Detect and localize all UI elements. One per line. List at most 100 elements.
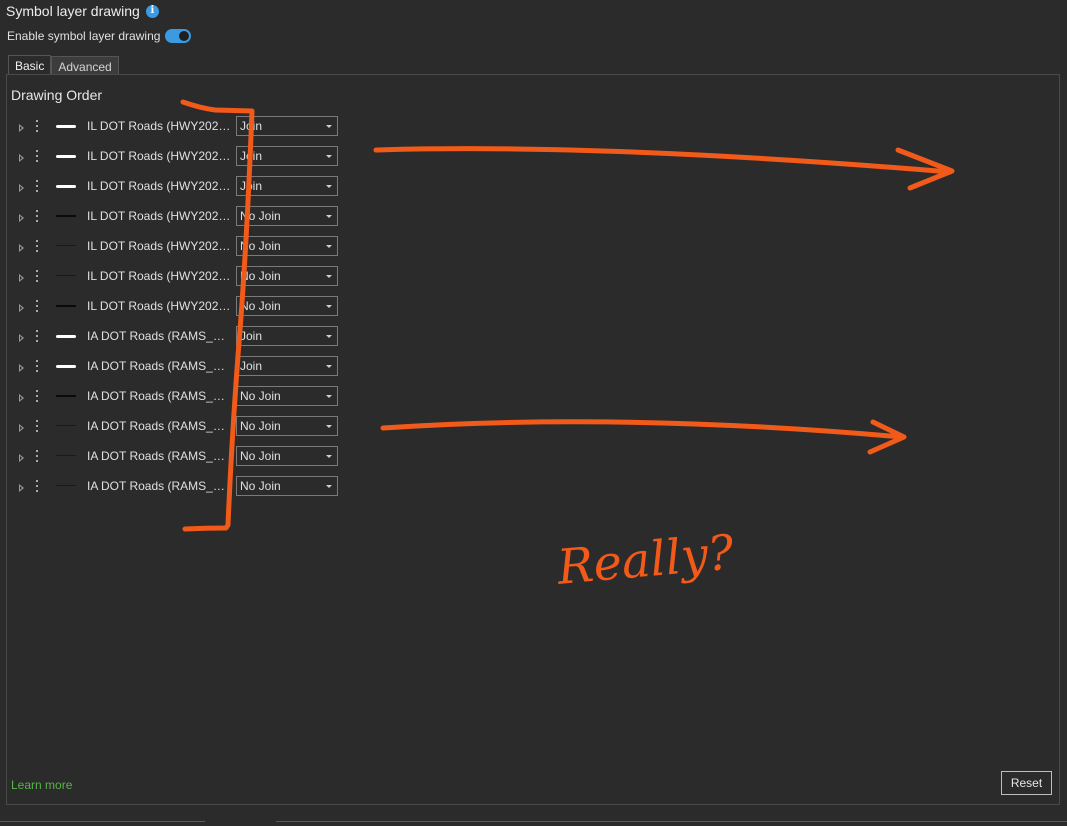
join-dropdown[interactable]: No Join — [236, 476, 338, 496]
expand-arrow-icon[interactable] — [19, 334, 24, 342]
tab-basic[interactable]: Basic — [8, 55, 52, 75]
expand-arrow-icon[interactable] — [19, 244, 24, 252]
layer-row[interactable]: IL DOT Roads (HWY2021_... Join — [7, 175, 347, 205]
join-dropdown[interactable]: No Join — [236, 416, 338, 436]
layer-row[interactable]: IA DOT Roads (RAMS_SER... No Join — [7, 415, 347, 445]
layer-label: IL DOT Roads (HWY2021_... — [87, 299, 231, 313]
drag-handle-icon[interactable] — [36, 180, 39, 194]
layer-label: IA DOT Roads (RAMS_SER... — [87, 479, 231, 493]
layer-label: IA DOT Roads (RAMS_SER... — [87, 389, 231, 403]
join-dropdown[interactable]: Join — [236, 326, 338, 346]
expand-arrow-icon[interactable] — [19, 394, 24, 402]
tab-strip: Basic Advanced — [8, 55, 119, 75]
expand-arrow-icon[interactable] — [19, 184, 24, 192]
join-dropdown-value: No Join — [240, 269, 281, 283]
drag-handle-icon[interactable] — [36, 240, 39, 254]
layer-label: IA DOT Roads (RAMS_SER... — [87, 329, 231, 343]
layer-label: IA DOT Roads (RAMS_SER... — [87, 419, 231, 433]
layer-row[interactable]: IL DOT Roads (HWY2021_... No Join — [7, 205, 347, 235]
tab-advanced[interactable]: Advanced — [51, 56, 119, 75]
join-dropdown[interactable]: No Join — [236, 266, 338, 286]
pane-header: Symbol layer drawing i — [6, 2, 159, 20]
join-dropdown-value: No Join — [240, 479, 281, 493]
layer-row[interactable]: IL DOT Roads (HWY2021_... No Join — [7, 265, 347, 295]
layer-label: IL DOT Roads (HWY2021_... — [87, 209, 231, 223]
layer-label: IL DOT Roads (HWY2021_... — [87, 149, 231, 163]
layer-row[interactable]: IL DOT Roads (HWY2021_... Join — [7, 145, 347, 175]
toggle-knob — [179, 31, 190, 41]
layer-row[interactable]: IL DOT Roads (HWY2021_... No Join — [7, 235, 347, 265]
symbol-swatch — [56, 245, 76, 246]
layer-label: IL DOT Roads (HWY2021_... — [87, 239, 231, 253]
chevron-down-icon — [326, 485, 332, 488]
basic-tab-panel: Drawing Order IL DOT Roads (HWY2021_... J… — [6, 74, 1060, 805]
layer-label: IA DOT Roads (RAMS_SER... — [87, 449, 231, 463]
expand-arrow-icon[interactable] — [19, 304, 24, 312]
enable-symbol-layer-drawing-toggle[interactable] — [165, 29, 192, 43]
join-dropdown-value: No Join — [240, 419, 281, 433]
chevron-down-icon — [326, 245, 332, 248]
drag-handle-icon[interactable] — [36, 390, 39, 404]
symbol-swatch — [56, 125, 76, 128]
join-dropdown[interactable]: Join — [236, 146, 338, 166]
expand-arrow-icon[interactable] — [19, 214, 24, 222]
drag-handle-icon[interactable] — [36, 480, 39, 494]
layer-row[interactable]: IA DOT Roads (RAMS_SER... Join — [7, 355, 347, 385]
toggle-label: Enable symbol layer drawing — [7, 29, 161, 43]
drag-handle-icon[interactable] — [36, 120, 39, 134]
join-dropdown[interactable]: No Join — [236, 206, 338, 226]
symbol-swatch — [56, 155, 76, 158]
layer-label: IL DOT Roads (HWY2021_... — [87, 119, 231, 133]
drag-handle-icon[interactable] — [36, 210, 39, 224]
drag-handle-icon[interactable] — [36, 270, 39, 284]
expand-arrow-icon[interactable] — [19, 364, 24, 372]
symbol-swatch — [56, 485, 76, 486]
expand-arrow-icon[interactable] — [19, 484, 24, 492]
reset-button[interactable]: Reset — [1001, 771, 1052, 795]
drag-handle-icon[interactable] — [36, 450, 39, 464]
join-dropdown[interactable]: Join — [236, 116, 338, 136]
chevron-down-icon — [326, 305, 332, 308]
join-dropdown[interactable]: No Join — [236, 446, 338, 466]
drag-handle-icon[interactable] — [36, 330, 39, 344]
layer-row[interactable]: IA DOT Roads (RAMS_SER... Join — [7, 325, 347, 355]
drag-handle-icon[interactable] — [36, 300, 39, 314]
layer-row[interactable]: IA DOT Roads (RAMS_SER... No Join — [7, 475, 347, 505]
layer-row[interactable]: IL DOT Roads (HWY2021_... Join — [7, 115, 347, 145]
join-dropdown[interactable]: No Join — [236, 236, 338, 256]
drag-handle-icon[interactable] — [36, 360, 39, 374]
layer-row[interactable]: IA DOT Roads (RAMS_SER... No Join — [7, 445, 347, 475]
expand-arrow-icon[interactable] — [19, 454, 24, 462]
drag-handle-icon[interactable] — [36, 150, 39, 164]
join-dropdown[interactable]: Join — [236, 176, 338, 196]
join-dropdown-value: Join — [240, 119, 263, 133]
expand-arrow-icon[interactable] — [19, 274, 24, 282]
chevron-down-icon — [326, 395, 332, 398]
layer-row[interactable]: IA DOT Roads (RAMS_SER... No Join — [7, 385, 347, 415]
symbol-swatch — [56, 185, 76, 188]
expand-arrow-icon[interactable] — [19, 424, 24, 432]
join-dropdown[interactable]: No Join — [236, 386, 338, 406]
join-dropdown-value: Join — [240, 179, 263, 193]
join-dropdown-value: No Join — [240, 299, 281, 313]
layer-label: IA DOT Roads (RAMS_SER... — [87, 359, 231, 373]
chevron-down-icon — [326, 125, 332, 128]
layer-row[interactable]: IL DOT Roads (HWY2021_... No Join — [7, 295, 347, 325]
learn-more-link[interactable]: Learn more — [11, 778, 72, 792]
join-dropdown[interactable]: Join — [236, 356, 338, 376]
join-dropdown[interactable]: No Join — [236, 296, 338, 316]
info-icon[interactable]: i — [145, 4, 159, 18]
expand-arrow-icon[interactable] — [19, 154, 24, 162]
join-dropdown-value: No Join — [240, 389, 281, 403]
chevron-down-icon — [326, 215, 332, 218]
bottom-border-left — [0, 821, 205, 826]
join-dropdown-value: Join — [240, 149, 263, 163]
chevron-down-icon — [326, 455, 332, 458]
symbol-layer-drawing-pane: Symbol layer drawing i Enable symbol lay… — [0, 0, 1067, 826]
expand-arrow-icon[interactable] — [19, 124, 24, 132]
drag-handle-icon[interactable] — [36, 420, 39, 434]
chevron-down-icon — [326, 155, 332, 158]
join-dropdown-value: Join — [240, 359, 263, 373]
enable-symbol-layer-drawing-row: Enable symbol layer drawing — [7, 28, 192, 44]
layer-label: IL DOT Roads (HWY2021_... — [87, 269, 231, 283]
